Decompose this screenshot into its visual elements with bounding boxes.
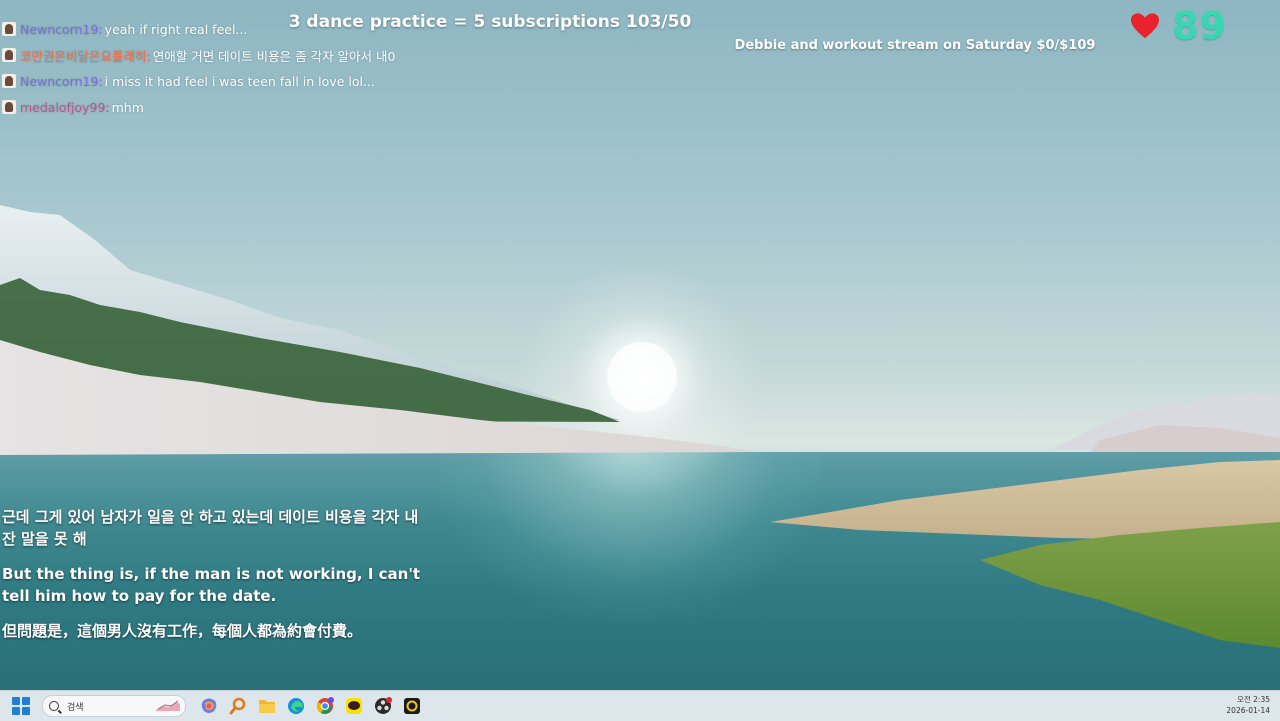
chrome-icon[interactable] [314, 695, 336, 717]
like-count: 89 [1172, 4, 1227, 48]
chat-avatar [2, 74, 16, 88]
copilot-icon[interactable] [198, 695, 220, 717]
chat-message: medalofjoy99: mhm [2, 94, 462, 120]
subtitle-overlay: 근데 그게 있어 남자가 일을 안 하고 있는데 데이트 비용을 각자 내 잔 … [2, 506, 422, 655]
subtitle-korean: 근데 그게 있어 남자가 일을 안 하고 있는데 데이트 비용을 각자 내 잔 … [2, 508, 419, 548]
edge-icon[interactable] [285, 695, 307, 717]
heart-icon [1130, 13, 1160, 39]
start-button[interactable] [10, 695, 32, 717]
search-highlight-icon [156, 700, 180, 711]
chat-avatar [2, 22, 16, 36]
chat-message: Newncorn19: i miss it had feel i was tee… [2, 68, 462, 94]
chat-message: 코만권은비달은요를래히: 연애할 거면 데이트 비용은 좀 각자 알아서 내0 [2, 42, 462, 68]
search-icon [49, 701, 59, 711]
magnifier-app-icon[interactable] [227, 695, 249, 717]
chat-avatar [2, 48, 16, 62]
kakaotalk-icon[interactable] [343, 695, 365, 717]
taskbar-search[interactable]: 검색 [42, 695, 186, 717]
chat-username: medalofjoy99: [20, 99, 110, 115]
subscription-goal: 3 dance practice = 5 subscriptions 103/5… [288, 12, 692, 32]
search-placeholder: 검색 [67, 702, 84, 713]
chat-text: i miss it had feel i was teen fall in lo… [104, 73, 375, 89]
chat-text: 연애할 거면 데이트 비용은 좀 각자 알아서 내0 [152, 48, 396, 64]
chat-username: Newncorn19: [20, 73, 103, 89]
taskbar: 검색 오전 2:35 2026-01-14 [0, 690, 1280, 721]
chat-text: yeah if right real feel... [104, 21, 248, 37]
subtitle-chinese: 但問題是，這個男人沒有工作，每個人都為約會付費。 [2, 622, 363, 640]
camera-app-icon[interactable] [401, 695, 423, 717]
like-counter: 89 [1130, 4, 1227, 48]
chat-username: 코만권은비달은요를래히: [20, 48, 151, 64]
chat-text: mhm [111, 99, 144, 115]
system-clock[interactable]: 오전 2:35 2026-01-14 [1226, 694, 1270, 716]
file-explorer-icon[interactable] [256, 695, 278, 717]
chat-avatar [2, 100, 16, 114]
obs-icon[interactable] [372, 695, 394, 717]
clock-time: 오전 2:35 [1236, 695, 1270, 704]
donation-goal: Debbie and workout stream on Saturday $0… [734, 38, 1096, 53]
chat-username: Newncorn19: [20, 21, 103, 37]
clock-date: 2026-01-14 [1226, 706, 1270, 715]
subtitle-english: But the thing is, if the man is not work… [2, 565, 421, 605]
pinned-apps [194, 695, 426, 717]
